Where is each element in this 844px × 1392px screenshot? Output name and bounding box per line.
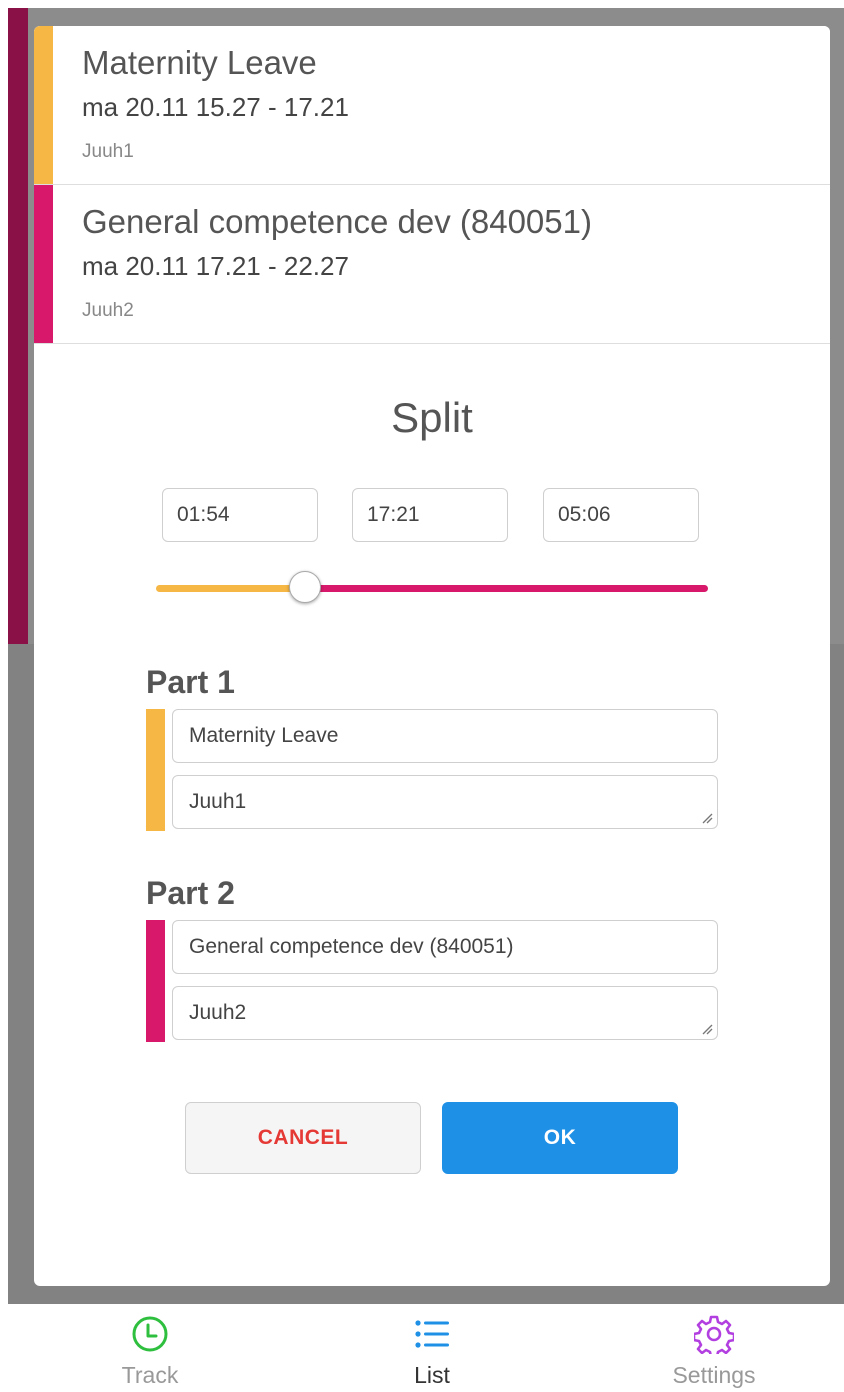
split-slider[interactable]: [156, 569, 708, 609]
gear-icon: [694, 1315, 734, 1354]
entry-time: ma 20.11 15.27 - 17.21: [82, 92, 349, 122]
entry-title: Maternity Leave: [82, 44, 317, 81]
entry-item-2: General competence dev (840051) ma 20.11…: [34, 185, 830, 344]
clock-icon: [132, 1316, 168, 1352]
split-dialog: Maternity Leave ma 20.11 15.27 - 17.21 J…: [34, 26, 830, 1286]
entry-note: Juuh2: [82, 300, 134, 321]
resize-grip-icon[interactable]: [701, 812, 713, 824]
tab-label: Settings: [672, 1362, 756, 1388]
slider-track-part1: [156, 585, 305, 592]
background-entry-strip: [8, 8, 28, 644]
tab-track[interactable]: Track: [50, 1304, 250, 1392]
part1-label: Part 1: [146, 664, 235, 700]
part2-note-textarea[interactable]: Juuh2: [172, 986, 718, 1040]
part2-name-input[interactable]: General competence dev (840051): [172, 920, 718, 974]
entry-item-1: Maternity Leave ma 20.11 15.27 - 17.21 J…: [34, 26, 830, 185]
part2-note-text: Juuh2: [189, 1001, 247, 1024]
entry-color-bar: [34, 26, 53, 184]
tab-label: List: [414, 1362, 450, 1388]
dialog-title: Split: [391, 394, 473, 441]
duration-part1-input[interactable]: 01:54: [162, 488, 318, 542]
entry-time: ma 20.11 17.21 - 22.27: [82, 251, 349, 281]
cancel-button[interactable]: CANCEL: [185, 1102, 421, 1174]
background-left-edge: [0, 8, 8, 1308]
tab-list[interactable]: List: [332, 1304, 532, 1392]
resize-grip-icon[interactable]: [701, 1023, 713, 1035]
part1-name-input[interactable]: Maternity Leave: [172, 709, 718, 763]
tab-label: Track: [121, 1362, 179, 1388]
part1-note-text: Juuh1: [189, 790, 247, 813]
slider-thumb[interactable]: [289, 571, 321, 603]
tab-settings[interactable]: Settings: [614, 1304, 814, 1392]
entry-title: General competence dev (840051): [82, 203, 592, 240]
entry-color-bar: [34, 185, 53, 343]
entry-note: Juuh1: [82, 141, 134, 162]
part1-note-textarea[interactable]: Juuh1: [172, 775, 718, 829]
split-time-input[interactable]: 17:21: [352, 488, 508, 542]
part1-color-bar: [146, 709, 165, 831]
slider-track-part2: [305, 585, 708, 592]
bottom-tab-bar: Track List Settings: [0, 1304, 844, 1392]
part2-label: Part 2: [146, 875, 235, 911]
duration-part2-input[interactable]: 05:06: [543, 488, 699, 542]
list-icon: [415, 1320, 449, 1348]
background-top: [0, 0, 844, 8]
part2-color-bar: [146, 920, 165, 1042]
ok-button[interactable]: OK: [442, 1102, 678, 1174]
